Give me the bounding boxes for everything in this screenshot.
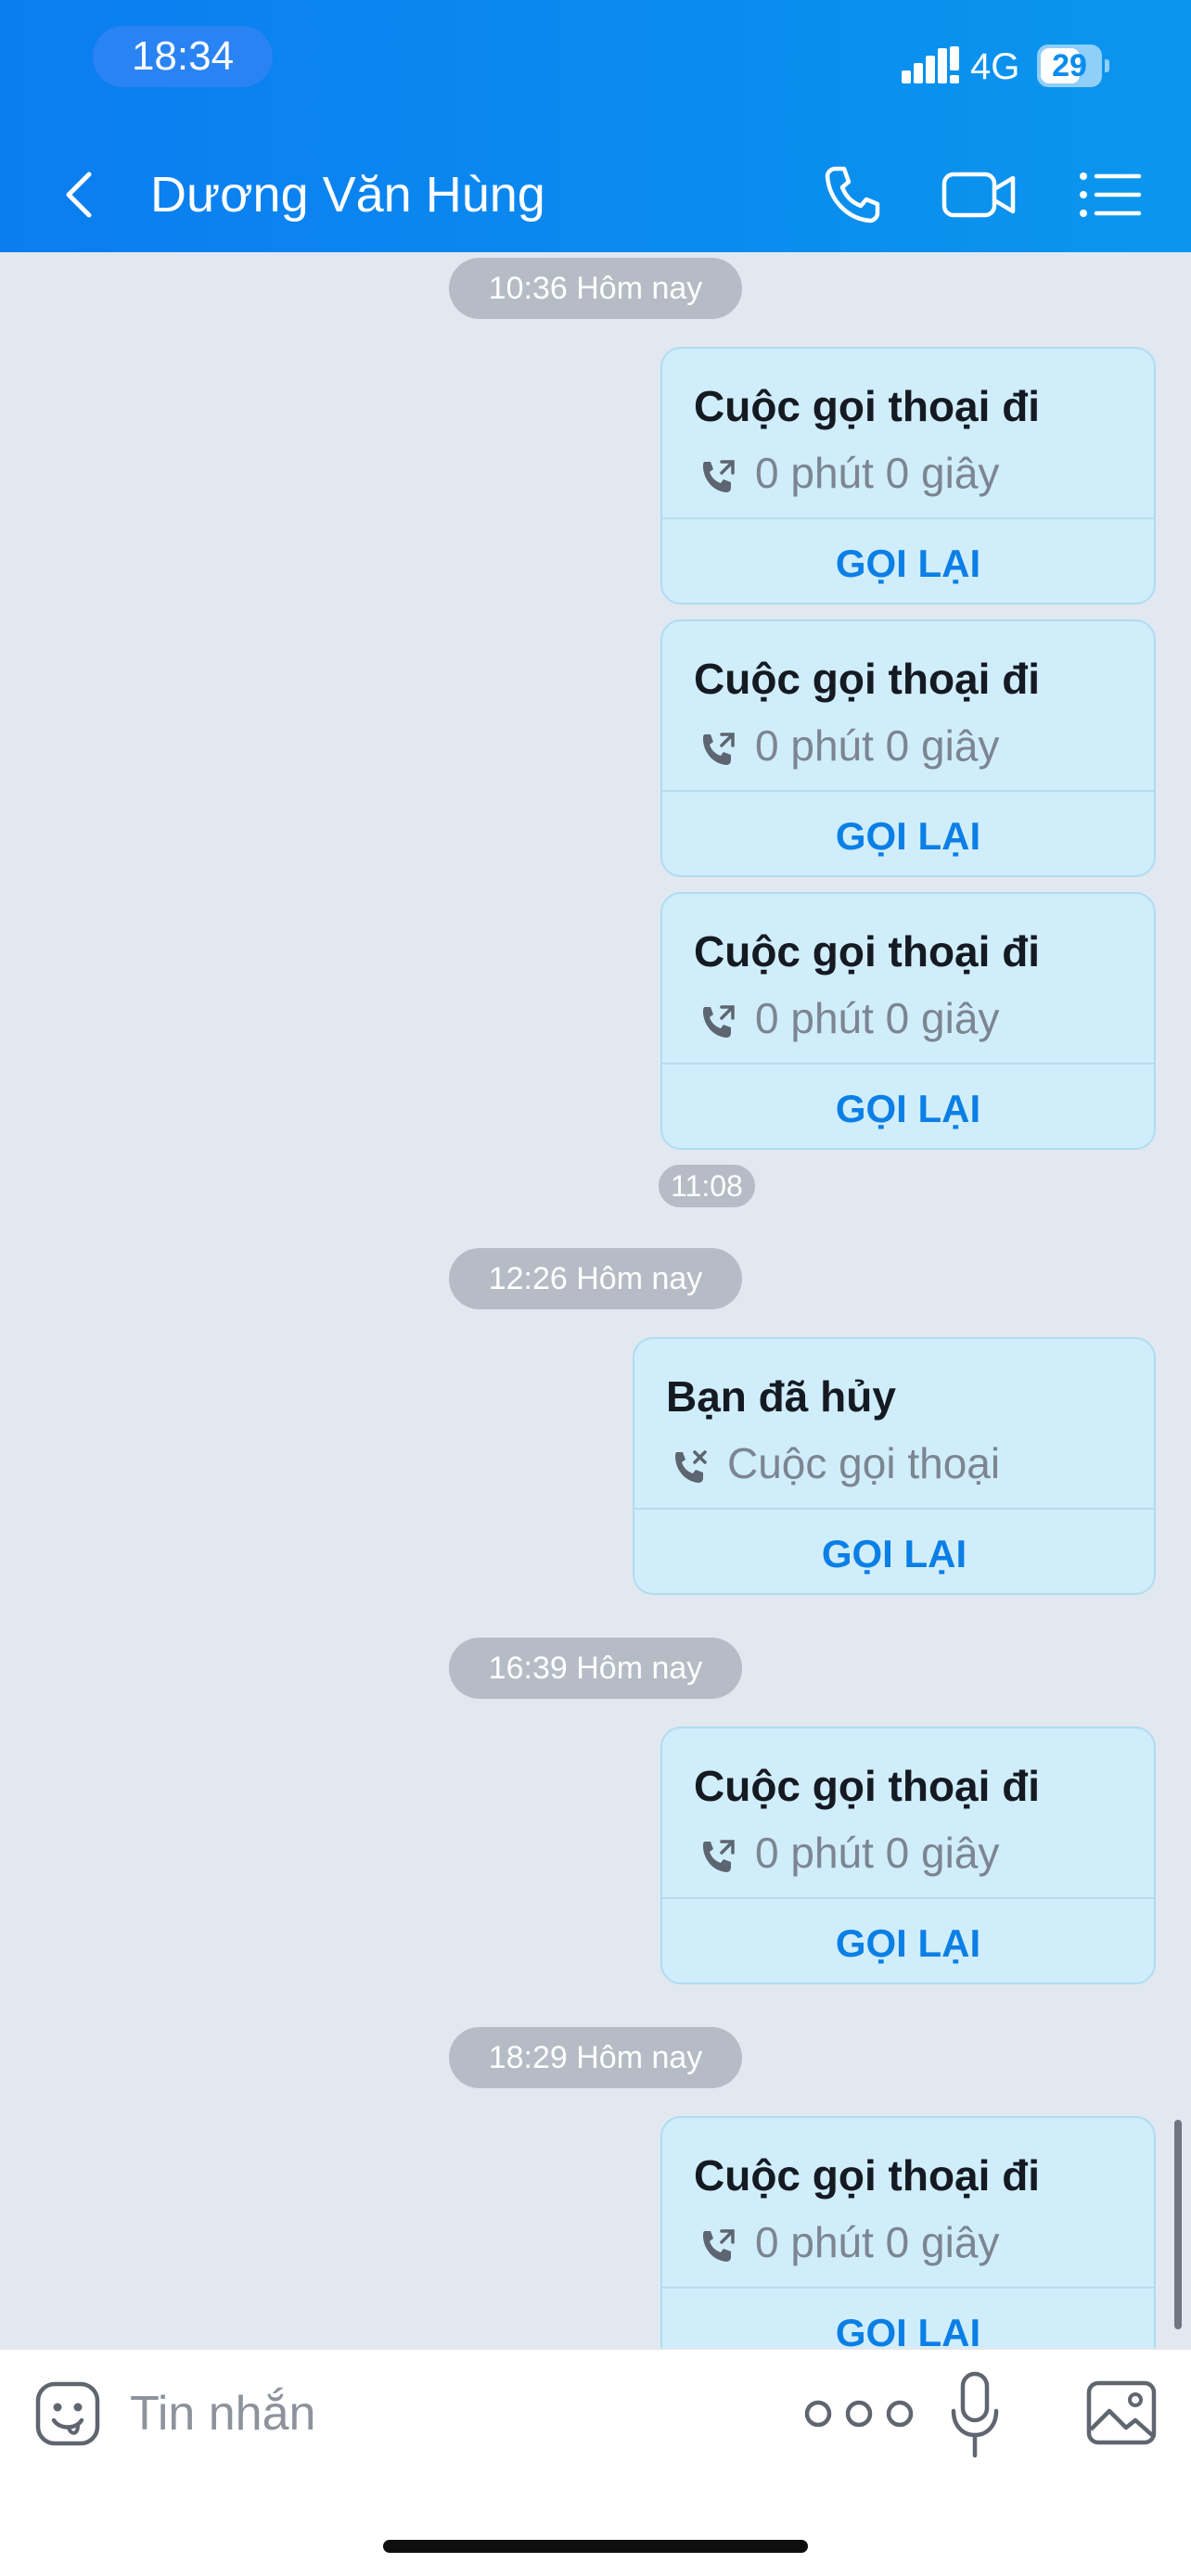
call-title: Cuộc gọi thoại đi (694, 1762, 1041, 1810)
call-title: Cuộc gọi thoại đi (694, 382, 1041, 430)
battery-icon: 29 (1037, 45, 1111, 87)
call-back-button[interactable]: GỌI LẠI (662, 1065, 1154, 1148)
call-back-button[interactable]: GỌI LẠI (634, 1510, 1154, 1593)
message-time: 11:08 (659, 1165, 755, 1207)
outgoing-call-icon (703, 460, 735, 492)
call-back-button[interactable]: GỌI LẠI (662, 2289, 1154, 2348)
call-title: Cuộc gọi thoại đi (694, 927, 1041, 976)
microphone-icon[interactable] (950, 2368, 1000, 2461)
date-separator: 16:39 Hôm nay (449, 1638, 742, 1699)
call-back-button[interactable]: GỌI LẠI (662, 519, 1154, 603)
video-camera-icon[interactable] (939, 159, 1018, 230)
outgoing-call-icon (703, 733, 735, 765)
call-message-bubble[interactable]: Cuộc gọi thoại đi 0 phút 0 giây GỌI LẠI (660, 347, 1156, 605)
battery-level: 29 (1052, 48, 1087, 83)
message-list[interactable]: 10:36 Hôm nay Cuộc gọi thoại đi 0 phút 0… (0, 252, 1191, 2348)
call-detail: Cuộc gọi thoại (727, 1439, 1001, 1487)
contact-name[interactable]: Dương Văn Hùng (150, 159, 545, 230)
cellular-signal-icon (902, 46, 959, 83)
scrollbar[interactable] (1174, 2120, 1182, 2329)
call-message-bubble[interactable]: Cuộc gọi thoại đi 0 phút 0 giây GỌI LẠI (660, 619, 1156, 877)
call-duration: 0 phút 0 giây (755, 994, 1000, 1042)
outgoing-call-icon (703, 1005, 735, 1038)
call-message-bubble[interactable]: Cuộc gọi thoại đi 0 phút 0 giây GỌI LẠI (660, 2116, 1156, 2348)
list-menu-icon[interactable] (1074, 159, 1145, 230)
status-time: 18:34 (93, 26, 273, 87)
call-message-bubble[interactable]: Cuộc gọi thoại đi 0 phút 0 giây GỌI LẠI (660, 892, 1156, 1150)
chat-header: 18:34 4G 29 Dương Văn Hùng (0, 0, 1191, 252)
call-duration: 0 phút 0 giây (755, 721, 1000, 770)
date-separator: 10:36 Hôm nay (449, 258, 742, 319)
more-dots-icon[interactable] (800, 2394, 918, 2433)
call-back-button[interactable]: GỌI LẠI (662, 792, 1154, 875)
call-message-bubble[interactable]: Cuộc gọi thoại đi 0 phút 0 giây GỌI LẠI (660, 1727, 1156, 1984)
message-input[interactable] (130, 2379, 649, 2448)
outgoing-call-icon (703, 1840, 735, 1872)
call-message-bubble[interactable]: Bạn đã hủy Cuộc gọi thoại GỌI LẠI (633, 1337, 1156, 1595)
call-title: Cuộc gọi thoại đi (694, 655, 1041, 703)
outgoing-call-icon (703, 2229, 735, 2262)
back-chevron-icon[interactable] (56, 159, 102, 230)
call-title: Bạn đã hủy (666, 1372, 896, 1421)
call-duration: 0 phút 0 giây (755, 2218, 1000, 2266)
image-gallery-icon[interactable] (1085, 2379, 1158, 2446)
call-duration: 0 phút 0 giây (755, 1829, 1000, 1877)
call-title: Cuộc gọi thoại đi (694, 2151, 1041, 2200)
call-back-button[interactable]: GỌI LẠI (662, 1899, 1154, 1983)
home-indicator (383, 2540, 808, 2553)
sticker-emoji-icon[interactable] (33, 2379, 102, 2448)
network-type: 4G (970, 46, 1020, 87)
date-separator: 18:29 Hôm nay (449, 2027, 742, 2088)
phone-icon[interactable] (816, 159, 887, 230)
message-composer (0, 2348, 1191, 2576)
cancelled-call-icon (675, 1450, 707, 1483)
date-separator: 12:26 Hôm nay (449, 1248, 742, 1309)
call-duration: 0 phút 0 giây (755, 449, 1000, 497)
